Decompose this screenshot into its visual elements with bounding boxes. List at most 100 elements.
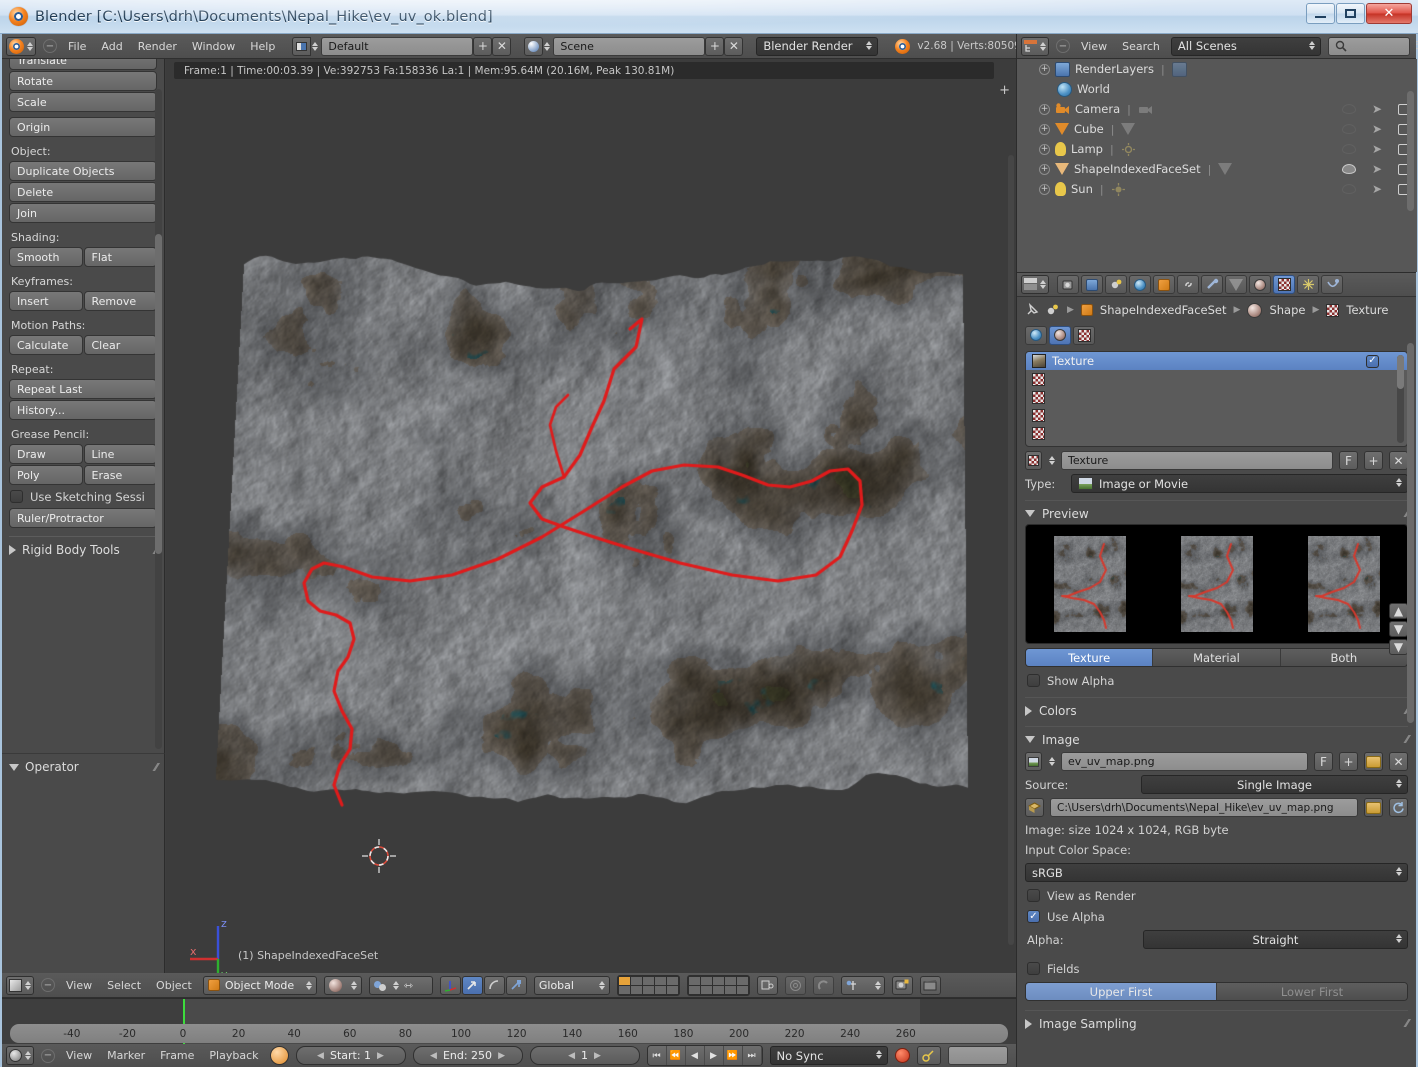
properties-scrollbar[interactable] xyxy=(1407,343,1414,1053)
visibility-icon[interactable] xyxy=(1342,124,1356,134)
lock-to-object-icon[interactable] xyxy=(757,976,778,995)
tab-render[interactable] xyxy=(1057,275,1079,294)
browse-image-file-button[interactable] xyxy=(1364,798,1383,817)
input-colorspace-dropdown[interactable]: sRGB xyxy=(1025,863,1408,882)
tool-insert-keyframe[interactable]: Insert xyxy=(9,291,83,311)
texture-slot-row[interactable] xyxy=(1026,406,1407,424)
layer-cell[interactable] xyxy=(689,977,700,985)
terrain-mesh-object[interactable] xyxy=(212,219,972,839)
layer-cell[interactable] xyxy=(655,977,666,985)
viewport-menu-view[interactable]: View xyxy=(62,979,96,992)
slot-specials-menu-button[interactable]: ▼ xyxy=(1389,639,1408,655)
outliner-tree[interactable]: + RenderLayers | World + Camera | xyxy=(1017,59,1417,272)
texture-type-dropdown[interactable]: Image or Movie xyxy=(1071,474,1408,493)
tab-render-layers[interactable] xyxy=(1081,275,1103,294)
menu-render[interactable]: Render xyxy=(134,40,181,53)
add-scene-button[interactable]: + xyxy=(705,37,724,56)
tab-material[interactable] xyxy=(1249,275,1271,294)
scene-layers-group-1[interactable] xyxy=(617,975,680,996)
checkbox-icon[interactable] xyxy=(1027,674,1040,687)
delete-screen-layout-button[interactable]: ✕ xyxy=(492,37,511,56)
visibility-icon[interactable] xyxy=(1342,164,1356,174)
layer-cell[interactable] xyxy=(631,977,642,985)
layer-cell[interactable] xyxy=(713,977,724,985)
layer-cell[interactable] xyxy=(667,986,678,994)
scrollbar-thumb[interactable] xyxy=(1407,91,1414,211)
tool-flat[interactable]: Flat xyxy=(84,247,158,267)
tool-repeat-last[interactable]: Repeat Last xyxy=(9,379,157,399)
new-image-button[interactable]: + xyxy=(1339,752,1358,771)
record-keyframes-icon[interactable] xyxy=(895,1048,910,1063)
tool-smooth[interactable]: Smooth xyxy=(9,247,83,267)
timeline-menu-playback[interactable]: Playback xyxy=(205,1049,262,1062)
editor-type-selector-info[interactable] xyxy=(6,37,36,56)
tool-translate[interactable]: Translate xyxy=(9,59,157,70)
tab-object[interactable] xyxy=(1153,275,1175,294)
image-datablock-icon[interactable] xyxy=(1025,752,1042,771)
manipulator-toggle-icon[interactable]: ⇿ xyxy=(404,979,413,992)
texture-slot-enabled-checkbox[interactable]: ✓ xyxy=(1366,355,1379,368)
editor-type-selector-outliner[interactable] xyxy=(1021,37,1049,56)
layer-cell[interactable] xyxy=(737,986,748,994)
screen-layout-field[interactable]: Default xyxy=(321,37,473,56)
timeline-menu-view[interactable]: View xyxy=(62,1049,96,1062)
section-preview-header[interactable]: Preview ⁄⁄⁄ xyxy=(1025,500,1408,522)
visibility-icon[interactable] xyxy=(1342,104,1356,114)
outliner-row-sun[interactable]: + Sun | ➤ xyxy=(1017,179,1417,199)
selectability-icon[interactable]: ➤ xyxy=(1372,102,1382,116)
timeline-menu-marker[interactable]: Marker xyxy=(103,1049,149,1062)
tab-physics[interactable] xyxy=(1321,275,1343,294)
pin-icon[interactable] xyxy=(1025,303,1039,317)
texture-name-field[interactable]: Texture xyxy=(1061,451,1333,470)
texture-slot-row[interactable] xyxy=(1026,370,1407,388)
outliner-row-cube[interactable]: + Cube | ➤ xyxy=(1017,119,1417,139)
image-source-dropdown[interactable]: Single Image xyxy=(1141,775,1408,794)
visibility-icon[interactable] xyxy=(1342,144,1356,154)
layer-cell[interactable] xyxy=(725,977,736,985)
tool-gp-poly[interactable]: Poly xyxy=(9,465,83,485)
jump-to-start-button[interactable]: ⏮ xyxy=(648,1046,667,1065)
chevron-left-icon[interactable]: ◀ xyxy=(568,1051,575,1061)
move-slot-down-button[interactable]: ▼ xyxy=(1389,621,1408,637)
tool-delete[interactable]: Delete xyxy=(9,182,157,202)
selectability-icon[interactable]: ➤ xyxy=(1372,162,1382,176)
translate-manipulator-icon[interactable] xyxy=(440,976,461,995)
menu-window[interactable]: Window xyxy=(188,40,239,53)
chevron-left-icon[interactable]: ◀ xyxy=(317,1051,324,1061)
chevron-right-icon[interactable]: ▶ xyxy=(498,1051,505,1061)
editor-type-selector-properties[interactable] xyxy=(1021,275,1049,294)
toolshelf-scrollbar[interactable] xyxy=(155,89,162,749)
current-frame-field[interactable]: ◀ 1 ▶ xyxy=(530,1046,640,1065)
outliner-row-renderlayers[interactable]: + RenderLayers | xyxy=(1017,59,1417,79)
layer-cell[interactable] xyxy=(655,986,666,994)
tab-constraints[interactable] xyxy=(1177,275,1199,294)
section-image-sampling-header[interactable]: Image Sampling ⁄⁄⁄ xyxy=(1025,1010,1408,1032)
image-fake-user-button[interactable]: F xyxy=(1314,752,1333,771)
tool-gp-draw[interactable]: Draw xyxy=(9,444,83,464)
3d-viewport[interactable]: Frame:1 | Time:00:03.39 | Ve:392753 Fa:1… xyxy=(166,59,1016,973)
next-keyframe-button[interactable]: ⏩ xyxy=(724,1046,743,1065)
render-engine-dropdown[interactable]: Blender Render xyxy=(756,37,878,56)
fields-checkbox-row[interactable]: Fields xyxy=(1027,959,1416,978)
section-colors-header[interactable]: Colors ⁄⁄⁄ xyxy=(1025,697,1408,719)
scene-field[interactable]: Scene xyxy=(553,37,705,56)
field-order-upper-first[interactable]: Upper First xyxy=(1026,983,1217,1000)
outliner-display-mode-dropdown[interactable]: All Scenes xyxy=(1171,37,1321,56)
keying-set-field[interactable] xyxy=(948,1046,1008,1065)
expand-icon[interactable]: + xyxy=(1039,164,1050,175)
texture-slot-row[interactable] xyxy=(1026,424,1407,442)
menu-file[interactable]: File xyxy=(64,40,90,53)
expand-icon[interactable]: + xyxy=(1039,144,1050,155)
expand-icon[interactable]: + xyxy=(1039,104,1050,115)
interaction-mode-dropdown[interactable]: Object Mode xyxy=(203,976,317,995)
fake-user-button[interactable]: F xyxy=(1339,451,1358,470)
new-texture-button[interactable]: + xyxy=(1364,451,1383,470)
timeline-canvas[interactable]: -40-200204060801001201401601802002202402… xyxy=(2,999,1016,1044)
layer-cell[interactable] xyxy=(643,986,654,994)
selectability-icon[interactable]: ➤ xyxy=(1372,122,1382,136)
outliner-editor[interactable]: − View Search All Scenes + RenderLayers … xyxy=(1016,34,1416,272)
start-frame-field[interactable]: ◀ Start: 1 ▶ xyxy=(296,1046,406,1065)
collapse-menu-icon[interactable]: − xyxy=(41,1049,55,1063)
scene-icon[interactable] xyxy=(524,37,543,56)
section-image-header[interactable]: Image ⁄⁄⁄ xyxy=(1025,726,1408,748)
